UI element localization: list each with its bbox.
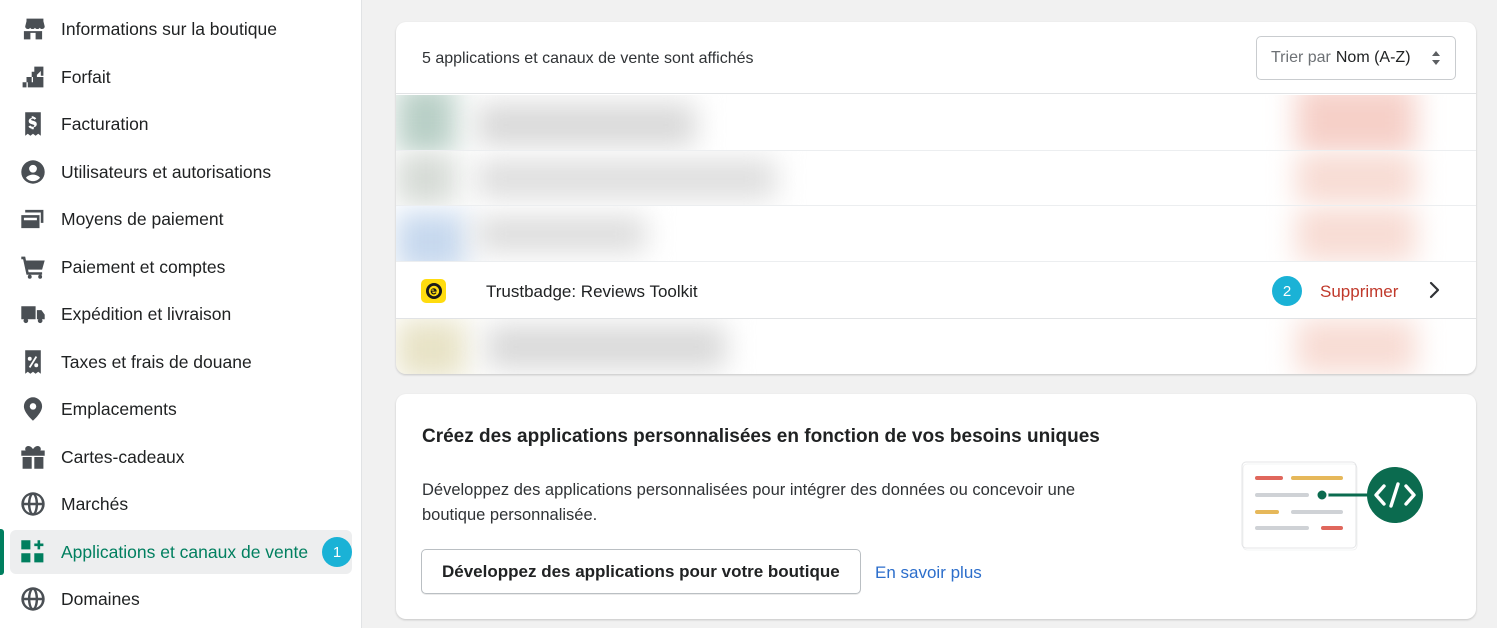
tax-receipt-icon xyxy=(10,349,56,375)
apps-count-text: 5 applications et canaux de vente sont a… xyxy=(422,50,754,67)
step-badge: 2 xyxy=(1272,276,1302,306)
globe-icon xyxy=(10,491,56,517)
store-icon xyxy=(10,16,56,42)
installed-apps-card: 5 applications et canaux de vente sont a… xyxy=(396,22,1476,374)
sidebar-item-label: Utilisateurs et autorisations xyxy=(61,161,272,182)
sidebar-item-markets[interactable]: Marchés xyxy=(10,482,352,526)
chevron-right-icon[interactable] xyxy=(1428,281,1440,299)
location-pin-icon xyxy=(10,396,56,422)
sidebar-item-gift-cards[interactable]: Cartes-cadeaux xyxy=(10,435,352,479)
apps-icon xyxy=(10,539,56,565)
settings-sidebar: Informations sur la boutique Forfait Fac… xyxy=(0,0,362,628)
sidebar-item-label: Facturation xyxy=(61,113,149,134)
list-item xyxy=(396,95,1476,151)
sidebar-item-label: Cartes-cadeaux xyxy=(61,446,185,467)
learn-more-link[interactable]: En savoir plus xyxy=(875,563,982,583)
billing-icon xyxy=(10,111,56,137)
gift-icon xyxy=(10,444,56,470)
list-item xyxy=(396,319,1476,374)
sidebar-item-label: Informations sur la boutique xyxy=(61,18,277,39)
sort-selected-value: Nom (A-Z) xyxy=(1335,49,1411,66)
code-illustration-icon xyxy=(1241,461,1423,551)
sidebar-item-checkout[interactable]: Paiement et comptes xyxy=(10,245,352,289)
delete-app-link[interactable]: Supprimer xyxy=(1320,282,1398,302)
apps-list-header: 5 applications et canaux de vente sont a… xyxy=(396,22,1476,94)
sidebar-item-label: Expédition et livraison xyxy=(61,303,232,324)
notification-badge: 1 xyxy=(322,537,352,567)
sidebar-item-store-details[interactable]: Informations sur la boutique xyxy=(10,7,352,51)
sidebar-item-label: Forfait xyxy=(61,66,111,87)
payment-card-icon xyxy=(10,206,56,232)
sidebar-item-label: Domaines xyxy=(61,588,140,609)
user-icon xyxy=(10,159,56,185)
cart-icon xyxy=(10,254,56,280)
app-name: Trustbadge: Reviews Toolkit xyxy=(486,282,698,301)
sidebar-item-label: Emplacements xyxy=(61,398,177,419)
sidebar-item-domains[interactable]: Domaines xyxy=(10,577,352,621)
sidebar-item-payment-methods[interactable]: Moyens de paiement xyxy=(10,197,352,241)
sidebar-item-taxes[interactable]: Taxes et frais de douane xyxy=(10,340,352,384)
sort-select[interactable]: Trier par Nom (A-Z) xyxy=(1256,36,1456,80)
sort-prefix-label: Trier par xyxy=(1271,49,1331,66)
list-item xyxy=(396,206,1476,262)
sidebar-item-apps-sales-channels[interactable]: Applications et canaux de vente 1 xyxy=(10,530,352,574)
sidebar-item-label: Marchés xyxy=(61,493,129,514)
custom-apps-title: Créez des applications personnalisées en… xyxy=(422,426,1100,447)
truck-icon xyxy=(10,301,56,327)
sidebar-item-label: Paiement et comptes xyxy=(61,256,226,277)
develop-apps-button[interactable]: Développez des applications pour votre b… xyxy=(421,549,861,594)
sidebar-item-users[interactable]: Utilisateurs et autorisations xyxy=(10,150,352,194)
sort-arrows-icon xyxy=(1432,51,1440,65)
list-item xyxy=(396,151,1476,206)
sidebar-item-label: Applications et canaux de vente xyxy=(61,541,309,562)
sidebar-item-shipping[interactable]: Expédition et livraison xyxy=(10,292,352,336)
custom-apps-description: Développez des applications personnalisé… xyxy=(422,481,1076,524)
plan-icon xyxy=(10,64,56,90)
sidebar-item-billing[interactable]: Facturation xyxy=(10,102,352,146)
sidebar-item-locations[interactable]: Emplacements xyxy=(10,387,352,431)
domains-globe-icon xyxy=(10,586,56,612)
app-row-trustbadge[interactable]: Trustbadge: Reviews Toolkit 2 Supprimer xyxy=(396,262,1476,319)
sidebar-item-label: Taxes et frais de douane xyxy=(61,351,252,372)
trustbadge-logo-icon xyxy=(421,279,446,303)
custom-apps-card: Créez des applications personnalisées en… xyxy=(396,394,1476,619)
sidebar-item-label: Moyens de paiement xyxy=(61,208,224,229)
sidebar-item-plan[interactable]: Forfait xyxy=(10,55,352,99)
active-indicator xyxy=(0,529,4,575)
